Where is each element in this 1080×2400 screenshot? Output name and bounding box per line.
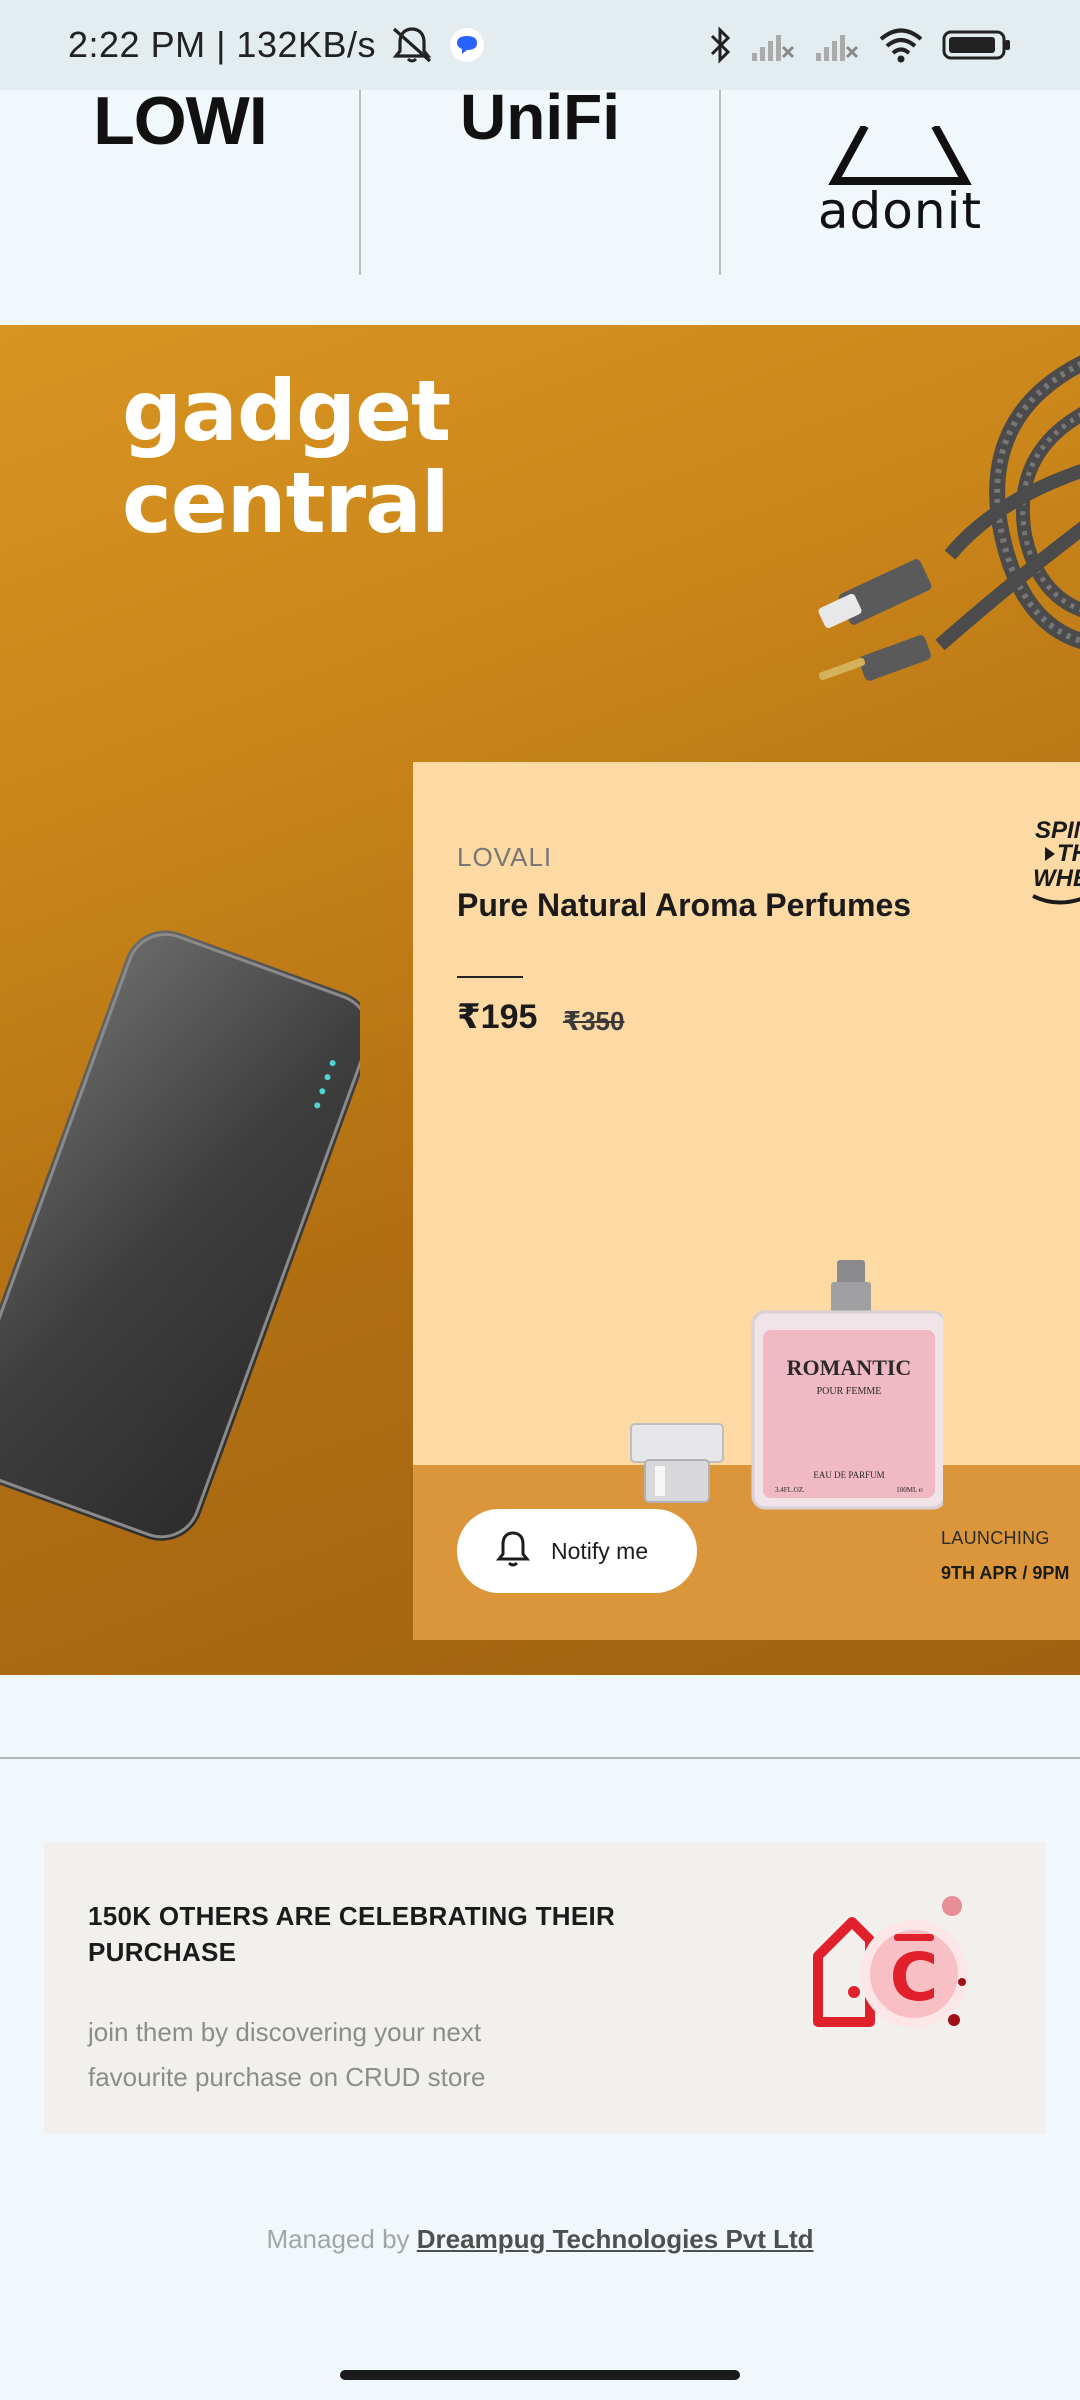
signal-1-icon: [750, 27, 796, 63]
perfume-label: ROMANTIC: [787, 1355, 912, 1380]
perfume-bottom: EAU DE PARFUM: [813, 1470, 884, 1480]
perfume-volume-left: 3.4FL.OZ.: [775, 1486, 805, 1494]
celebrate-subtitle: join them by discovering your next favou…: [88, 2017, 486, 2092]
section-divider: [0, 1757, 1080, 1759]
product-brand: LOVALI: [457, 842, 553, 872]
promo-banner[interactable]: gadget central LOVALI Pure Natural Aroma…: [0, 325, 1080, 1675]
brand-name: adonit: [817, 181, 983, 240]
brand-logo-unifi[interactable]: UniFi: [360, 81, 720, 275]
product-name: Pure Natural Aroma Perfumes: [457, 887, 912, 923]
product-card[interactable]: LOVALI Pure Natural Aroma Perfumes ₹195 …: [413, 762, 1080, 1640]
adonit-mark-icon: [828, 125, 972, 185]
celebrate-box: 150K OTHERS ARE CELEBRATING THEIR PURCHA…: [44, 1842, 1046, 2134]
promo-title-line: central: [122, 454, 450, 552]
perfume-sub: POUR FEMME: [817, 1386, 882, 1397]
brand-logos-row: LOWI UniFi adonit: [0, 81, 1080, 325]
notify-me-label: Notify me: [551, 1537, 649, 1564]
notify-me-button[interactable]: Notify me: [457, 1509, 697, 1593]
promo-title-line: gadget: [122, 362, 451, 460]
promo-title: gadget central: [122, 362, 451, 552]
spin-badge-line: WHEEL: [1033, 865, 1080, 892]
bluetooth-icon: [708, 25, 732, 65]
product-price: ₹195: [457, 998, 538, 1036]
status-time: 2:22 PM | 132KB/s: [68, 24, 377, 65]
chat-bubble-icon: [448, 26, 486, 64]
home-indicator[interactable]: [340, 2370, 740, 2380]
mute-bell-icon: [390, 25, 434, 65]
power-bank-image: [0, 930, 360, 1541]
perfume-bottle-image: ROMANTIC POUR FEMME EAU DE PARFUM 3.4FL.…: [630, 1260, 943, 1510]
spin-the-wheel-badge[interactable]: SPIN THE WHEEL: [1031, 814, 1080, 924]
signal-2-icon: [814, 27, 860, 63]
footer: Managed by Dreampug Technologies Pvt Ltd: [0, 2224, 1080, 2255]
product-mrp: ₹350: [563, 1006, 625, 1036]
spin-badge-line: THE: [1057, 840, 1080, 867]
brand-logo-adonit[interactable]: adonit: [720, 90, 1080, 275]
wifi-icon: [878, 26, 924, 64]
perfume-volume-right: 100ML ℮: [896, 1486, 923, 1494]
brand-logo-lowi[interactable]: LOWI: [0, 83, 360, 275]
battery-icon: [942, 28, 1012, 62]
brand-name: UniFi: [460, 81, 620, 153]
celebrate-title: 150K OTHERS ARE CELEBRATING THEIR PURCHA…: [88, 1901, 616, 1967]
cable-image: [818, 355, 1080, 681]
bell-icon: [495, 1529, 531, 1574]
divider: [457, 976, 523, 978]
crud-store-logo-icon: C: [813, 1896, 968, 2028]
status-bar: 2:22 PM | 132KB/s: [0, 0, 1080, 90]
logo-letter: C: [890, 1939, 938, 2016]
launching-label: LAUNCHING: [941, 1528, 1050, 1548]
launch-date: 9TH APR / 9PM: [941, 1563, 1070, 1583]
footer-company-link[interactable]: Dreampug Technologies Pvt Ltd: [417, 2224, 814, 2254]
brand-name: LOWI: [93, 83, 268, 159]
footer-prefix: Managed by: [266, 2224, 417, 2254]
